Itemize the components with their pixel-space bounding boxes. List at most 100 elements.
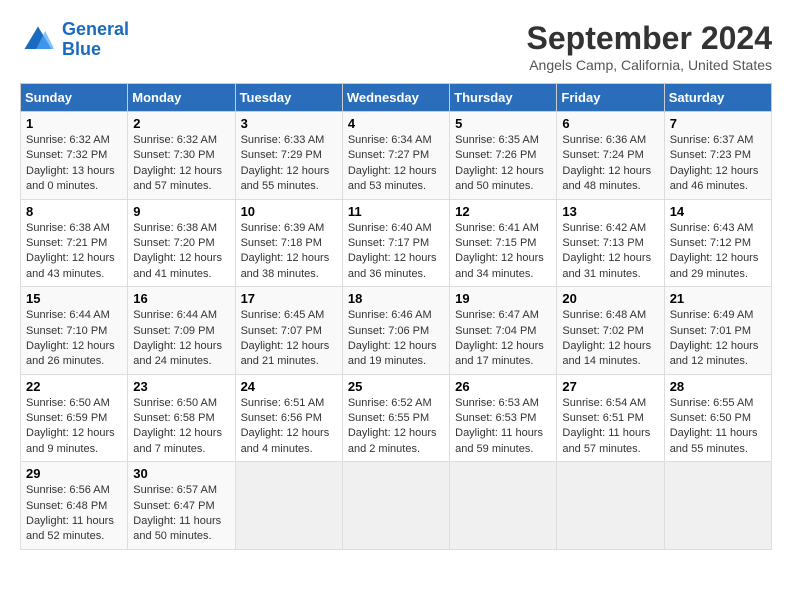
calendar-cell: 10 Sunrise: 6:39 AM Sunset: 7:18 PM Dayli… [235, 199, 342, 287]
page-title: September 2024 [527, 20, 772, 57]
day-number: 16 [133, 291, 229, 306]
day-info: Sunrise: 6:52 AM Sunset: 6:55 PM Dayligh… [348, 396, 444, 458]
calendar-cell: 13Sunrise: 6:42 AM Sunset: 7:13 PM Dayli… [557, 199, 664, 287]
calendar-cell: 25 Sunrise: 6:52 AM Sunset: 6:55 PM Dayli… [342, 374, 449, 462]
calendar-cell: 7 Sunrise: 6:37 AM Sunset: 7:23 PM Daylig… [664, 112, 771, 200]
day-info: Sunrise: 6:34 AM Sunset: 7:27 PM Dayligh… [348, 133, 444, 195]
calendar-cell: 22 Sunrise: 6:50 AM Sunset: 6:59 PM Dayli… [21, 374, 128, 462]
calendar-cell: 3Sunrise: 6:33 AM Sunset: 7:29 PM Daylig… [235, 112, 342, 200]
calendar-cell: 29 Sunrise: 6:56 AM Sunset: 6:48 PM Dayli… [21, 462, 128, 550]
calendar-cell: 5Sunrise: 6:35 AM Sunset: 7:26 PM Daylig… [450, 112, 557, 200]
day-info: Sunrise: 6:38 AM Sunset: 7:21 PM Dayligh… [26, 221, 122, 283]
day-info: Sunrise: 6:32 AM Sunset: 7:30 PM Dayligh… [133, 133, 229, 195]
calendar-cell: 2 Sunrise: 6:32 AM Sunset: 7:30 PM Daylig… [128, 112, 235, 200]
day-number: 2 [133, 116, 229, 131]
day-info: Sunrise: 6:48 AM Sunset: 7:02 PM Dayligh… [562, 308, 658, 370]
calendar-week-1: 1 Sunrise: 6:32 AM Sunset: 7:32 PM Daylig… [21, 112, 772, 200]
day-info: Sunrise: 6:55 AM Sunset: 6:50 PM Dayligh… [670, 396, 766, 458]
day-info: Sunrise: 6:51 AM Sunset: 6:56 PM Dayligh… [241, 396, 337, 458]
day-info: Sunrise: 6:44 AM Sunset: 7:09 PM Dayligh… [133, 308, 229, 370]
day-info: Sunrise: 6:41 AM Sunset: 7:15 PM Dayligh… [455, 221, 551, 283]
calendar-cell [557, 462, 664, 550]
calendar-cell [664, 462, 771, 550]
calendar-week-5: 29 Sunrise: 6:56 AM Sunset: 6:48 PM Dayli… [21, 462, 772, 550]
day-info: Sunrise: 6:45 AM Sunset: 7:07 PM Dayligh… [241, 308, 337, 370]
calendar-cell: 18Sunrise: 6:46 AM Sunset: 7:06 PM Dayli… [342, 287, 449, 375]
logo-icon [20, 22, 56, 58]
day-number: 23 [133, 379, 229, 394]
calendar-header-row: SundayMondayTuesdayWednesdayThursdayFrid… [21, 84, 772, 112]
day-number: 8 [26, 204, 122, 219]
calendar-cell: 27Sunrise: 6:54 AM Sunset: 6:51 PM Dayli… [557, 374, 664, 462]
column-header-thursday: Thursday [450, 84, 557, 112]
calendar-cell: 16 Sunrise: 6:44 AM Sunset: 7:09 PM Dayli… [128, 287, 235, 375]
day-info: Sunrise: 6:56 AM Sunset: 6:48 PM Dayligh… [26, 483, 122, 545]
day-number: 17 [241, 291, 337, 306]
day-number: 24 [241, 379, 337, 394]
calendar-cell: 11Sunrise: 6:40 AM Sunset: 7:17 PM Dayli… [342, 199, 449, 287]
day-number: 22 [26, 379, 122, 394]
day-info: Sunrise: 6:37 AM Sunset: 7:23 PM Dayligh… [670, 133, 766, 195]
day-number: 9 [133, 204, 229, 219]
day-info: Sunrise: 6:50 AM Sunset: 6:59 PM Dayligh… [26, 396, 122, 458]
calendar-cell: 23 Sunrise: 6:50 AM Sunset: 6:58 PM Dayli… [128, 374, 235, 462]
calendar-week-3: 15 Sunrise: 6:44 AM Sunset: 7:10 PM Dayli… [21, 287, 772, 375]
day-number: 28 [670, 379, 766, 394]
calendar-cell: 15 Sunrise: 6:44 AM Sunset: 7:10 PM Dayli… [21, 287, 128, 375]
day-number: 26 [455, 379, 551, 394]
day-number: 25 [348, 379, 444, 394]
day-number: 7 [670, 116, 766, 131]
day-number: 10 [241, 204, 337, 219]
calendar-cell: 12 Sunrise: 6:41 AM Sunset: 7:15 PM Dayli… [450, 199, 557, 287]
column-header-monday: Monday [128, 84, 235, 112]
calendar-cell: 1 Sunrise: 6:32 AM Sunset: 7:32 PM Daylig… [21, 112, 128, 200]
day-info: Sunrise: 6:38 AM Sunset: 7:20 PM Dayligh… [133, 221, 229, 283]
calendar-cell: 30Sunrise: 6:57 AM Sunset: 6:47 PM Dayli… [128, 462, 235, 550]
day-number: 13 [562, 204, 658, 219]
calendar-cell: 4 Sunrise: 6:34 AM Sunset: 7:27 PM Daylig… [342, 112, 449, 200]
day-info: Sunrise: 6:43 AM Sunset: 7:12 PM Dayligh… [670, 221, 766, 283]
day-number: 12 [455, 204, 551, 219]
calendar-table: SundayMondayTuesdayWednesdayThursdayFrid… [20, 83, 772, 550]
day-info: Sunrise: 6:33 AM Sunset: 7:29 PM Dayligh… [241, 133, 337, 195]
day-info: Sunrise: 6:32 AM Sunset: 7:32 PM Dayligh… [26, 133, 122, 195]
day-number: 29 [26, 466, 122, 481]
column-header-friday: Friday [557, 84, 664, 112]
day-info: Sunrise: 6:49 AM Sunset: 7:01 PM Dayligh… [670, 308, 766, 370]
day-info: Sunrise: 6:39 AM Sunset: 7:18 PM Dayligh… [241, 221, 337, 283]
day-info: Sunrise: 6:46 AM Sunset: 7:06 PM Dayligh… [348, 308, 444, 370]
calendar-cell: 17 Sunrise: 6:45 AM Sunset: 7:07 PM Dayli… [235, 287, 342, 375]
day-info: Sunrise: 6:35 AM Sunset: 7:26 PM Dayligh… [455, 133, 551, 195]
calendar-cell: 24 Sunrise: 6:51 AM Sunset: 6:56 PM Dayli… [235, 374, 342, 462]
calendar-cell: 9 Sunrise: 6:38 AM Sunset: 7:20 PM Daylig… [128, 199, 235, 287]
day-info: Sunrise: 6:47 AM Sunset: 7:04 PM Dayligh… [455, 308, 551, 370]
day-info: Sunrise: 6:57 AM Sunset: 6:47 PM Dayligh… [133, 483, 229, 545]
title-area: September 2024 Angels Camp, California, … [527, 20, 772, 73]
day-number: 4 [348, 116, 444, 131]
calendar-cell: 8 Sunrise: 6:38 AM Sunset: 7:21 PM Daylig… [21, 199, 128, 287]
day-number: 21 [670, 291, 766, 306]
day-info: Sunrise: 6:36 AM Sunset: 7:24 PM Dayligh… [562, 133, 658, 195]
day-number: 1 [26, 116, 122, 131]
calendar-cell: 6Sunrise: 6:36 AM Sunset: 7:24 PM Daylig… [557, 112, 664, 200]
day-info: Sunrise: 6:44 AM Sunset: 7:10 PM Dayligh… [26, 308, 122, 370]
column-header-saturday: Saturday [664, 84, 771, 112]
day-number: 19 [455, 291, 551, 306]
calendar-cell: 19 Sunrise: 6:47 AM Sunset: 7:04 PM Dayli… [450, 287, 557, 375]
column-header-sunday: Sunday [21, 84, 128, 112]
day-number: 11 [348, 204, 444, 219]
day-number: 20 [562, 291, 658, 306]
calendar-cell [450, 462, 557, 550]
calendar-cell: 28 Sunrise: 6:55 AM Sunset: 6:50 PM Dayli… [664, 374, 771, 462]
logo-text: General Blue [62, 20, 129, 60]
day-number: 14 [670, 204, 766, 219]
column-header-wednesday: Wednesday [342, 84, 449, 112]
calendar-cell [235, 462, 342, 550]
day-number: 15 [26, 291, 122, 306]
day-info: Sunrise: 6:53 AM Sunset: 6:53 PM Dayligh… [455, 396, 551, 458]
calendar-cell: 20 Sunrise: 6:48 AM Sunset: 7:02 PM Dayli… [557, 287, 664, 375]
page-subtitle: Angels Camp, California, United States [527, 57, 772, 73]
column-header-tuesday: Tuesday [235, 84, 342, 112]
day-info: Sunrise: 6:54 AM Sunset: 6:51 PM Dayligh… [562, 396, 658, 458]
day-info: Sunrise: 6:50 AM Sunset: 6:58 PM Dayligh… [133, 396, 229, 458]
